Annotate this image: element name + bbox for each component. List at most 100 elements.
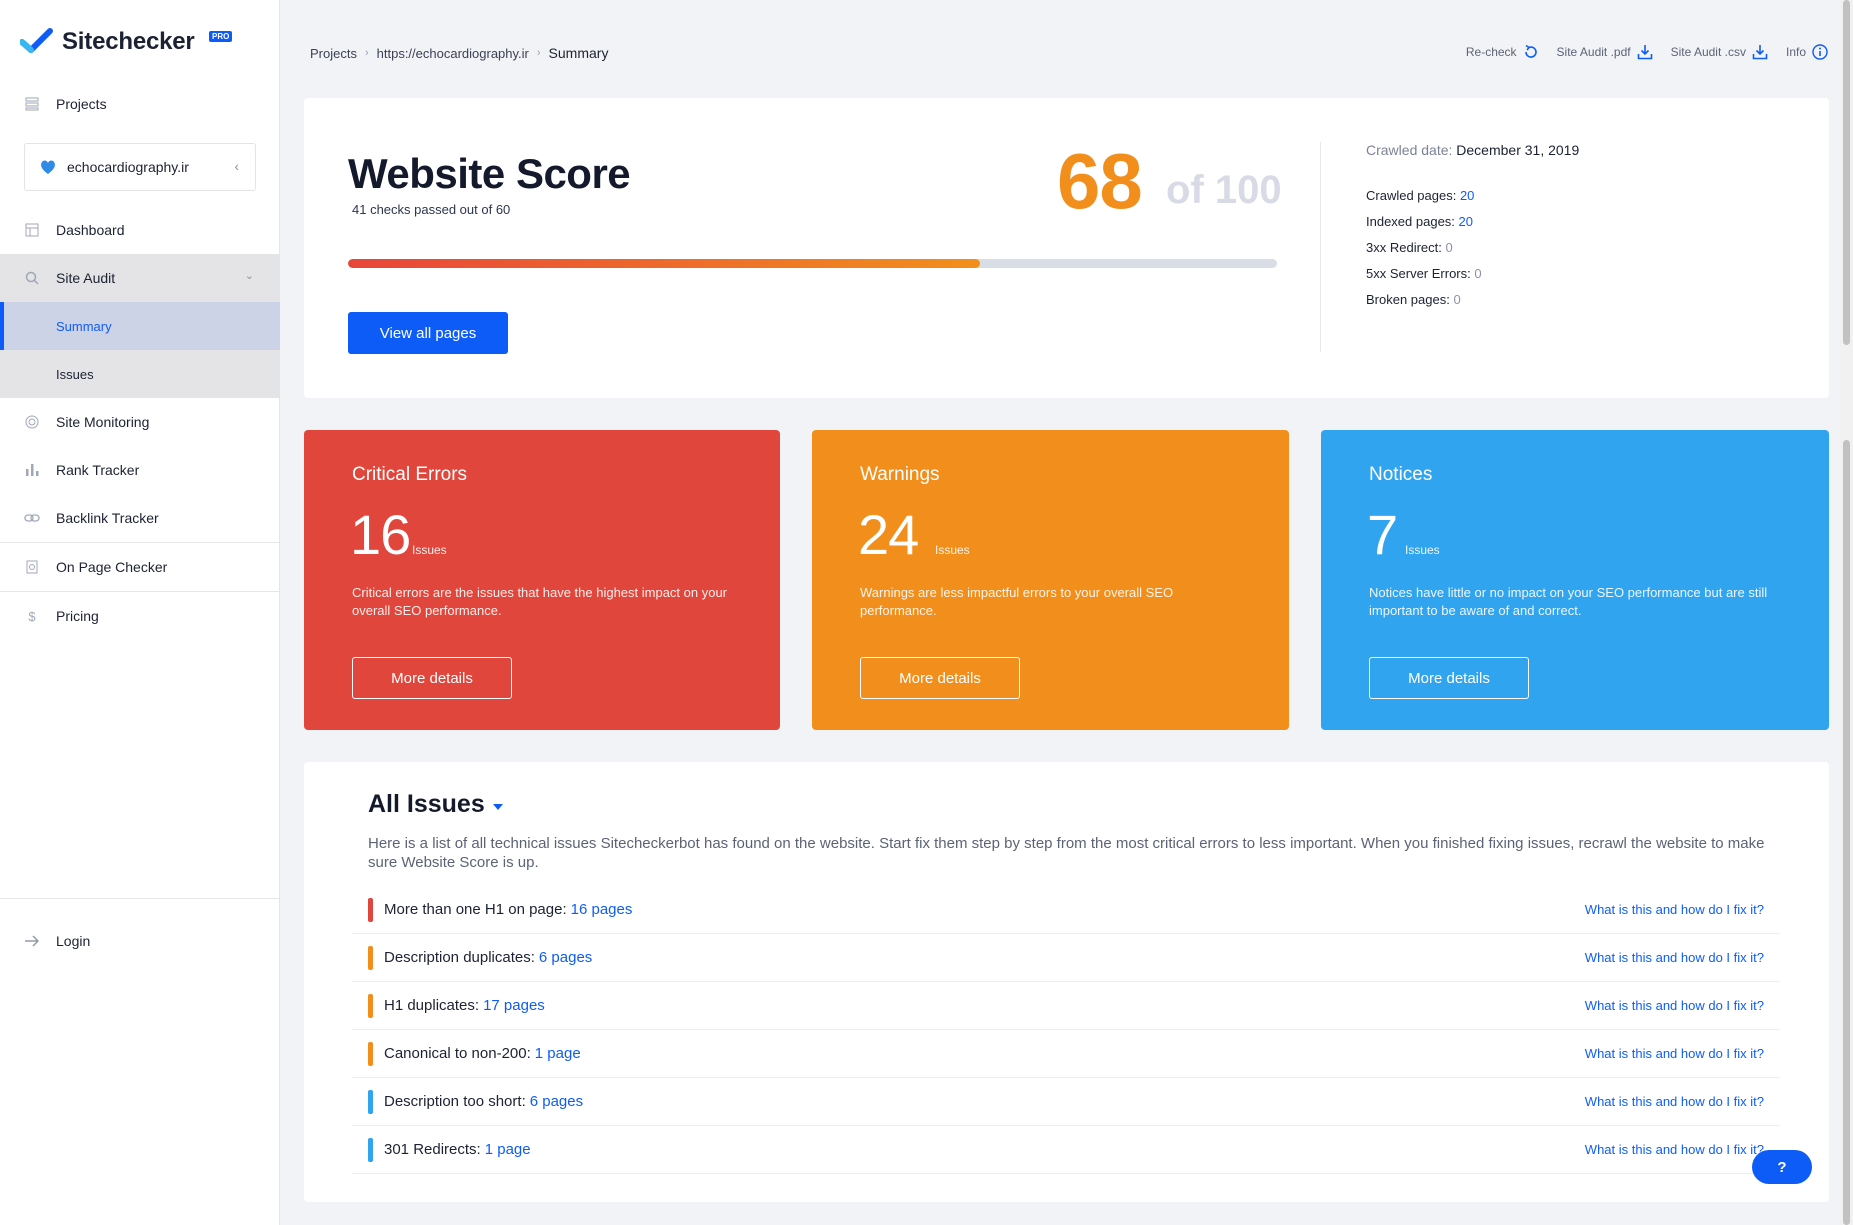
toolbar: Re-check Site Audit .pdf Site Audit .csv…	[1448, 44, 1828, 60]
divider	[1320, 142, 1321, 352]
monitoring-icon	[24, 414, 40, 430]
dashboard-icon	[24, 222, 40, 238]
card-description: Notices have little or no impact on your…	[1369, 585, 1768, 618]
warnings-card: Warnings 24 Issues Warnings are less imp…	[812, 430, 1289, 730]
sidebar-item-on-page-checker[interactable]: On Page Checker	[0, 543, 280, 591]
issue-pages-link[interactable]: 6 pages	[530, 1093, 583, 1110]
issue-row: More than one H1 on page: 16 pages What …	[352, 886, 1780, 934]
website-score-title: Website Score	[348, 150, 631, 197]
severity-indicator	[368, 1041, 373, 1066]
stat-5xx-errors: 5xx Server Errors: 0	[1366, 266, 1579, 281]
issue-label: H1 duplicates:	[384, 997, 480, 1014]
card-count: 24	[858, 503, 919, 566]
sidebar-item-label: Site Audit	[56, 270, 116, 286]
issue-pages-link[interactable]: 16 pages	[571, 901, 633, 918]
stat-crawled-pages: Crawled pages: 20	[1366, 188, 1579, 203]
view-all-pages-button[interactable]: View all pages	[348, 312, 508, 354]
issue-row: 301 Redirects: 1 page What is this and h…	[352, 1126, 1780, 1174]
issue-pages-link[interactable]: 6 pages	[539, 949, 592, 966]
all-issues-description: Here is a list of all technical issues S…	[368, 835, 1765, 871]
checkmark-logo-icon	[20, 28, 53, 53]
sidebar-subitem-summary[interactable]: Summary	[0, 302, 280, 350]
refresh-icon	[1524, 44, 1537, 58]
issue-help-link[interactable]: What is this and how do I fix it?	[1585, 1094, 1764, 1109]
issue-help-link[interactable]: What is this and how do I fix it?	[1585, 902, 1764, 917]
sidebar-item-pricing[interactable]: $ Pricing	[0, 592, 280, 640]
stat-value[interactable]: 20	[1459, 214, 1473, 229]
sidebar-item-backlink-tracker[interactable]: Backlink Tracker	[0, 494, 280, 542]
sidebar-item-rank-tracker[interactable]: Rank Tracker	[0, 446, 280, 494]
download-pdf-button[interactable]: Site Audit .pdf	[1557, 44, 1653, 60]
sidebar-item-label: Dashboard	[56, 222, 125, 238]
issue-help-link[interactable]: What is this and how do I fix it?	[1585, 1046, 1764, 1061]
info-button[interactable]: Info	[1786, 44, 1828, 60]
notices-more-details-button[interactable]: More details	[1369, 657, 1529, 699]
issue-pages-link[interactable]: 17 pages	[483, 997, 545, 1014]
stat-label: Crawled pages:	[1366, 188, 1457, 203]
all-issues-dropdown[interactable]: All Issues	[368, 790, 503, 819]
sidebar-item-dashboard[interactable]: Dashboard	[0, 206, 280, 254]
issue-label: 301 Redirects:	[384, 1141, 481, 1158]
sidebar-subitem-label: Summary	[56, 318, 112, 334]
all-issues-title: All Issues	[368, 790, 485, 818]
heart-logo-icon	[41, 160, 55, 174]
score-progress-bar	[348, 259, 1277, 268]
recheck-label: Re-check	[1465, 45, 1517, 59]
score-max: of 100	[1166, 168, 1282, 212]
help-chat-button[interactable]: ?	[1752, 1150, 1812, 1184]
issue-label: Canonical to non-200:	[384, 1045, 531, 1062]
scrollbar-thumb[interactable]	[1843, 0, 1850, 345]
card-unit: Issues	[935, 543, 970, 557]
logo[interactable]: Sitechecker PRO	[20, 28, 233, 56]
issue-pages-link[interactable]: 1 page	[485, 1141, 531, 1158]
chevron-down-icon[interactable]: ⌄	[245, 269, 254, 282]
sidebar-item-label: On Page Checker	[56, 559, 168, 575]
sidebar-item-projects[interactable]: Projects	[0, 80, 280, 128]
sidebar-item-label: Site Monitoring	[56, 414, 150, 430]
stat-label: 5xx Server Errors:	[1366, 266, 1471, 281]
card-unit: Issues	[1405, 543, 1440, 557]
critical-errors-card: Critical Errors 16 Issues Critical error…	[304, 430, 780, 730]
project-selector[interactable]: echocardiography.ir ‹	[24, 143, 256, 191]
issue-row: H1 duplicates: 17 pages What is this and…	[352, 982, 1780, 1030]
issue-row: Canonical to non-200: 1 page What is thi…	[352, 1030, 1780, 1078]
breadcrumb: Projects › https://echocardiography.ir ›…	[310, 45, 608, 61]
issue-row: Description too short: 6 pages What is t…	[352, 1078, 1780, 1126]
card-title: Notices	[1369, 464, 1433, 485]
notices-card: Notices 7 Issues Notices have little or …	[1321, 430, 1829, 730]
warnings-more-details-button[interactable]: More details	[860, 657, 1020, 699]
scrollbar[interactable]	[1840, 0, 1853, 1225]
card-description: Critical errors are the issues that have…	[352, 585, 728, 618]
crawl-stats: Crawled date: December 31, 2019 Crawled …	[1366, 142, 1579, 318]
download-csv-button[interactable]: Site Audit .csv	[1671, 44, 1768, 60]
sidebar-subitem-issues[interactable]: Issues	[0, 350, 280, 398]
issue-label: Description duplicates:	[384, 949, 535, 966]
divider	[0, 898, 280, 899]
sidebar-item-login[interactable]: Login	[0, 917, 280, 965]
sidebar-item-site-monitoring[interactable]: Site Monitoring	[0, 398, 280, 446]
issue-help-link[interactable]: What is this and how do I fix it?	[1585, 950, 1764, 965]
sidebar-item-label: Backlink Tracker	[56, 510, 159, 526]
chevron-right-icon: ›	[364, 47, 369, 59]
issue-label: Description too short:	[384, 1093, 526, 1110]
stat-value: 0	[1445, 240, 1453, 255]
stack-icon	[24, 96, 40, 112]
score-value: 68	[1057, 137, 1143, 225]
website-score-card: Website Score 41 checks passed out of 60…	[304, 98, 1829, 398]
scrollbar-thumb[interactable]	[1843, 440, 1850, 1225]
sidebar-item-site-audit[interactable]: Site Audit ⌄	[0, 254, 280, 302]
stat-value[interactable]: 20	[1460, 188, 1474, 203]
recheck-button[interactable]: Re-check	[1466, 44, 1539, 60]
issue-help-link[interactable]: What is this and how do I fix it?	[1585, 998, 1764, 1013]
stat-3xx-redirect: 3xx Redirect: 0	[1366, 240, 1579, 255]
page-check-icon	[24, 559, 40, 575]
severity-indicator	[368, 1089, 373, 1114]
caret-down-icon	[492, 803, 503, 810]
chevron-left-icon[interactable]: ‹	[234, 158, 239, 174]
issue-pages-link[interactable]: 1 page	[535, 1045, 581, 1062]
breadcrumb-project[interactable]: https://echocardiography.ir	[377, 46, 529, 61]
issue-help-link[interactable]: What is this and how do I fix it?	[1585, 1142, 1764, 1157]
dollar-icon: $	[28, 608, 36, 624]
critical-more-details-button[interactable]: More details	[352, 657, 512, 699]
breadcrumb-projects[interactable]: Projects	[310, 46, 357, 61]
